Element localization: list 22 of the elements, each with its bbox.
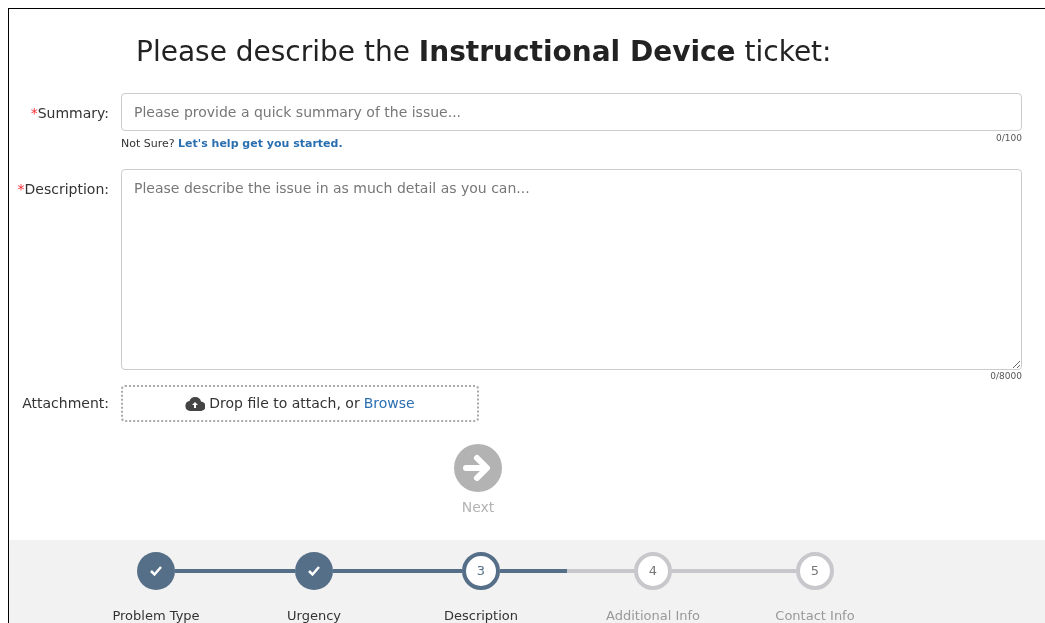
check-icon (307, 565, 321, 577)
hint-text: Not Sure? (121, 137, 175, 150)
character-counter: 0/100 (996, 132, 1022, 145)
file-drop-zone[interactable]: Drop file to attach, or Browse (121, 385, 479, 422)
step-label: Description (444, 607, 518, 623)
character-counter: 0/8000 (990, 369, 1022, 383)
browse-link[interactable]: Browse (363, 393, 415, 414)
step-label: Contact Info (775, 607, 855, 623)
description-textarea[interactable]: Please describe the issue in as much detail as you can... (121, 168, 1022, 370)
summary-input[interactable]: Please provide a quick summary of the issue... (121, 93, 1022, 131)
description-label: *Description: (16, 179, 109, 199)
step-label: Problem Type (112, 607, 200, 623)
step-label: Urgency (287, 607, 341, 623)
help-link[interactable]: Let's help get you started. (178, 137, 343, 150)
page-title: Please describe the Instructional Device ticket: (136, 34, 832, 70)
arrow-right-icon (454, 444, 502, 492)
step-label: Additional Info (606, 607, 700, 623)
drop-text: Drop file to attach, or (209, 394, 360, 413)
check-icon (149, 565, 163, 577)
cloud-upload-icon (185, 396, 206, 411)
attachment-label: Attachment: (21, 394, 109, 413)
summary-label: *Summary: (29, 104, 109, 123)
